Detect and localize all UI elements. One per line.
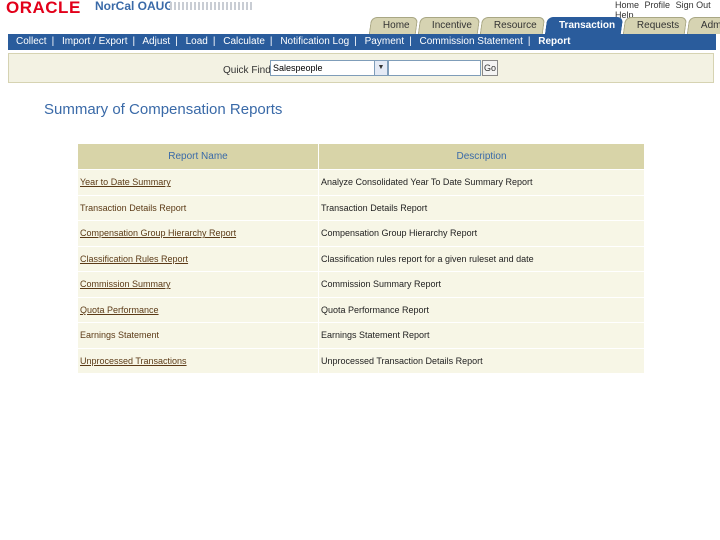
report-link[interactable]: Transaction Details Report <box>80 203 186 213</box>
subnav-import-export[interactable]: Import / Export <box>62 36 128 47</box>
report-description: Transaction Details Report <box>318 194 645 221</box>
report-description: Unprocessed Transaction Details Report <box>318 347 645 374</box>
report-link[interactable]: Classification Rules Report <box>80 254 188 264</box>
report-name-cell: Classification Rules Report <box>77 245 319 272</box>
subnav-collect[interactable]: Collect <box>16 36 47 47</box>
table-row: Year to Date Summary Analyze Consolidated… <box>77 169 645 196</box>
report-description: Commission Summary Report <box>318 271 645 298</box>
chevron-down-icon[interactable]: ▼ <box>374 61 387 75</box>
report-link[interactable]: Earnings Statement <box>80 330 159 340</box>
subnav-separator: | <box>409 36 412 47</box>
report-link[interactable]: Quota Performance <box>80 305 159 315</box>
report-name-cell: Quota Performance <box>77 296 319 323</box>
oracle-logo: ORACLE <box>6 0 81 17</box>
column-header-report-name: Report Name <box>77 143 319 170</box>
report-description: Earnings Statement Report <box>318 322 645 349</box>
subnav-separator: | <box>269 36 273 47</box>
report-description: Classification rules report for a given … <box>318 245 645 272</box>
global-link-home[interactable]: Home <box>615 0 639 10</box>
table-row: Unprocessed Transactions Unprocessed Tran… <box>77 347 645 374</box>
table-row: Classification Rules Report Classificatio… <box>77 245 645 272</box>
global-link-sign-out[interactable]: Sign Out <box>676 0 711 10</box>
sub-navigation: Collect | Import / Export | Adjust | Load | … <box>8 34 716 50</box>
subnav-notification-log[interactable]: Notification Log <box>280 36 349 47</box>
report-description: Analyze Consolidated Year To Date Summar… <box>318 169 645 196</box>
subnav-separator: | <box>132 36 136 47</box>
report-link[interactable]: Unprocessed Transactions <box>80 356 187 366</box>
subnav-load[interactable]: Load <box>186 36 208 47</box>
tab-bar: Home Incentive Resource Transaction Requ… <box>368 17 720 35</box>
report-link[interactable]: Commission Summary <box>80 279 171 289</box>
report-name-cell: Unprocessed Transactions <box>77 347 319 374</box>
tab-incentive[interactable]: Incentive <box>417 17 480 34</box>
subnav-separator: | <box>354 36 357 47</box>
report-name-cell: Transaction Details Report <box>77 194 319 221</box>
tab-transaction[interactable]: Transaction <box>544 17 623 35</box>
report-description: Compensation Group Hierarchy Report <box>318 220 645 247</box>
subnav-payment[interactable]: Payment <box>365 36 404 47</box>
report-description: Quota Performance Report <box>318 296 645 323</box>
report-name-cell: Year to Date Summary <box>77 169 319 196</box>
quick-find-label: Quick Find <box>223 65 271 76</box>
subnav-commission-statement[interactable]: Commission Statement <box>420 36 523 47</box>
column-header-description: Description <box>318 143 645 170</box>
tab-administration[interactable]: Administration <box>686 17 720 34</box>
table-row: Earnings Statement Earnings Statement Rep… <box>77 322 645 349</box>
page-title: Summary of Compensation Reports <box>44 101 283 118</box>
go-button[interactable]: Go <box>482 60 498 76</box>
reports-table: Report Name Description Year to Date Sum… <box>77 143 645 374</box>
subnav-separator: | <box>175 36 178 47</box>
table-row: Compensation Group Hierarchy Report Compe… <box>77 220 645 247</box>
tab-requests[interactable]: Requests <box>622 17 688 34</box>
quick-find-selected-value: Salespeople <box>273 63 323 73</box>
subnav-separator: | <box>51 36 55 47</box>
table-row: Commission Summary Commission Summary Rep… <box>77 271 645 298</box>
subnav-adjust[interactable]: Adjust <box>142 36 170 47</box>
quick-find-select[interactable]: Salespeople ▼ <box>270 60 388 76</box>
subnav-calculate[interactable]: Calculate <box>223 36 265 47</box>
quick-find-input[interactable] <box>388 60 481 76</box>
table-header-row: Report Name Description <box>77 143 645 170</box>
tab-home[interactable]: Home <box>368 17 418 34</box>
table-row: Transaction Details Report Transaction De… <box>77 194 645 221</box>
header-decoration <box>170 2 254 10</box>
subnav-report[interactable]: Report <box>538 36 570 47</box>
subnav-separator: | <box>527 36 531 47</box>
report-name-cell: Compensation Group Hierarchy Report <box>77 220 319 247</box>
subnav-separator: | <box>212 36 216 47</box>
report-link[interactable]: Compensation Group Hierarchy Report <box>80 228 236 238</box>
org-name: NorCal OAUG <box>95 0 174 13</box>
global-link-profile[interactable]: Profile <box>645 0 671 10</box>
tab-resource[interactable]: Resource <box>479 17 545 34</box>
report-name-cell: Commission Summary <box>77 271 319 298</box>
report-link[interactable]: Year to Date Summary <box>80 177 171 187</box>
table-row: Quota Performance Quota Performance Repor… <box>77 296 645 323</box>
report-name-cell: Earnings Statement <box>77 322 319 349</box>
